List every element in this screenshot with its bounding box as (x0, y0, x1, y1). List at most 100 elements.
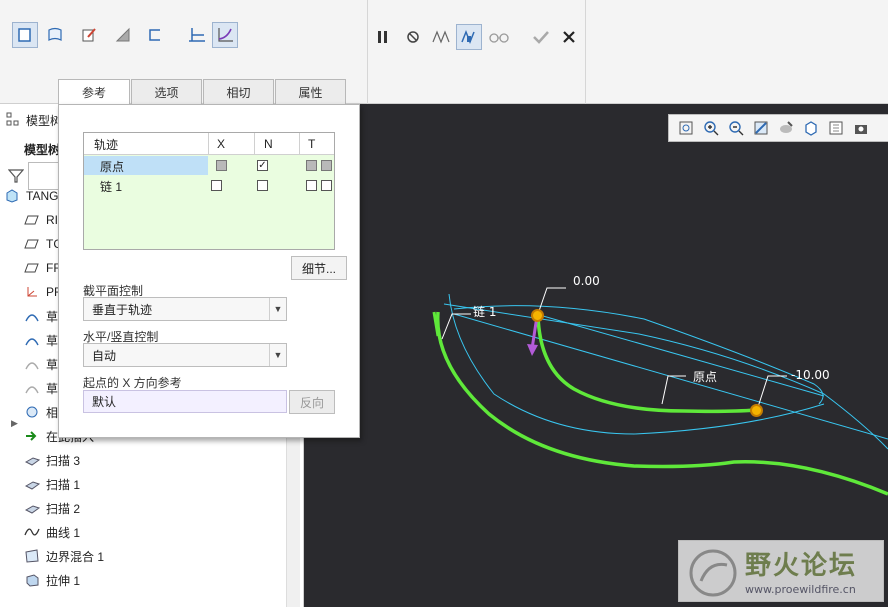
tree-item[interactable]: 草 (24, 376, 58, 400)
part-icon (4, 188, 20, 204)
orient-icon[interactable] (773, 117, 798, 139)
checkbox-n-chain[interactable] (257, 180, 268, 191)
sweep-icon (24, 476, 40, 492)
saved-views-icon[interactable] (798, 117, 823, 139)
graphics-viewport[interactable]: 0.00 链 1 原点 -10.00 (304, 104, 888, 607)
tree-item[interactable]: PF (24, 280, 61, 304)
header-trajectory: 轨迹 (94, 137, 119, 152)
table-row[interactable]: 链 1 (84, 176, 334, 196)
tree-item-label: 曲线 1 (46, 525, 81, 540)
tree-item[interactable]: 扫描 3 (24, 448, 80, 472)
tree-item[interactable]: 边界混合 1 (24, 544, 104, 568)
view-toolbar (668, 114, 888, 142)
tree-item[interactable]: 扫描 2 (24, 496, 80, 520)
x-reference-field[interactable]: 默认 (83, 390, 287, 413)
dimension-zero-label[interactable]: 0.00 (573, 274, 600, 288)
chevron-down-icon: ▼ (269, 298, 286, 320)
tree-item-label: 边界混合 1 (46, 549, 105, 564)
checkbox-x-origin[interactable] (216, 160, 227, 171)
view-manager-icon[interactable] (848, 117, 873, 139)
dimension-neg-label[interactable]: -10.00 (791, 368, 830, 382)
tab-properties[interactable]: 属性 (275, 79, 346, 104)
start-point-marker[interactable] (531, 309, 544, 322)
tree-item[interactable]: 草 (24, 328, 58, 352)
row-name: 链 1 (100, 179, 123, 194)
pause-icon[interactable] (370, 24, 396, 50)
header-x: X (217, 137, 226, 151)
tree-item[interactable]: RI (24, 208, 58, 232)
variable-section-icon[interactable] (212, 22, 238, 48)
zoom-fit-icon[interactable] (673, 117, 698, 139)
table-row[interactable]: 原点 ✓ (84, 156, 334, 176)
chain-label[interactable]: 链 1 (473, 303, 496, 320)
group-icon (24, 404, 40, 420)
tree-item[interactable]: 草 (24, 352, 58, 376)
section-plane-value: 垂直于轨迹 (92, 302, 153, 317)
tree-item[interactable]: 相 (24, 400, 58, 424)
plane-icon (24, 212, 40, 228)
thin-icon[interactable] (42, 22, 68, 48)
edit-sketch-icon[interactable] (76, 22, 102, 48)
chevron-down-icon: ▼ (269, 344, 286, 366)
x-reference-value: 默认 (92, 395, 117, 409)
tree-item-label: 草 (46, 357, 59, 372)
verify-icon[interactable] (456, 24, 482, 50)
tab-tangency[interactable]: 相切 (203, 79, 274, 104)
plane-icon (24, 260, 40, 276)
checkbox-t2-origin[interactable] (321, 160, 332, 171)
remove-material-icon[interactable] (110, 22, 136, 48)
tree-item-label: 扫描 2 (46, 501, 81, 516)
header-t: T (308, 137, 316, 151)
tree-item[interactable]: FF (24, 256, 61, 280)
trajectory-table: 轨迹 X N T 原点 ✓ 链 1 (83, 132, 335, 250)
tree-item-label: TANG (26, 189, 59, 203)
header-n: N (264, 137, 273, 151)
zoom-in-icon[interactable] (698, 117, 723, 139)
checkbox-x-chain[interactable] (211, 180, 222, 191)
glasses-icon[interactable] (486, 24, 512, 50)
sketch-icon (24, 308, 40, 324)
section-plane-select[interactable]: 垂直于轨迹 ▼ (83, 297, 287, 321)
constant-section-icon[interactable] (184, 22, 210, 48)
tree-item[interactable]: 曲线 1 (24, 520, 80, 544)
expand-arrow-icon[interactable]: ▶ (11, 418, 18, 429)
tree-item[interactable]: 草 (24, 304, 58, 328)
watermark-logo: 野火论坛 www.proewildfire.cn (678, 540, 884, 602)
repaint-icon[interactable] (748, 117, 773, 139)
confirm-icon[interactable] (528, 24, 554, 50)
watermark-swirl-icon (689, 549, 737, 597)
tree-item[interactable]: TANG (4, 184, 58, 208)
tree-item-label: 拉伸 1 (46, 573, 81, 588)
no-preview-icon[interactable] (400, 24, 426, 50)
tab-references[interactable]: 参考 (58, 79, 130, 105)
zoom-out-icon[interactable] (723, 117, 748, 139)
open-section-icon[interactable] (142, 22, 168, 48)
surface-icon[interactable] (12, 22, 38, 48)
cancel-icon[interactable] (556, 24, 582, 50)
checkbox-t1-origin[interactable] (306, 160, 317, 171)
tree-item-label: 扫描 1 (46, 477, 81, 492)
tree-item[interactable]: 扫描 1 (24, 472, 80, 496)
preview-geometry-icon[interactable] (428, 24, 454, 50)
tab-options[interactable]: 选项 (131, 79, 202, 104)
display-style-icon[interactable] (823, 117, 848, 139)
checkbox-n-origin[interactable]: ✓ (257, 160, 268, 171)
end-point-marker[interactable] (750, 404, 763, 417)
model-tree-icon[interactable] (6, 112, 20, 126)
sweep-icon (24, 500, 40, 516)
flip-button[interactable]: 反向 (289, 390, 335, 414)
checkbox-t1-chain[interactable] (306, 180, 317, 191)
curve-icon (24, 524, 40, 540)
filter-icon[interactable] (7, 168, 25, 184)
tree-item-label: 草 (46, 309, 59, 324)
sketch-faded-icon (24, 356, 40, 372)
hv-control-select[interactable]: 自动 ▼ (83, 343, 287, 367)
tree-item[interactable]: 拉伸 1 (24, 568, 80, 592)
tree-item[interactable]: TC (24, 232, 62, 256)
tree-item-label: 相 (46, 405, 59, 420)
checkbox-t2-chain[interactable] (321, 180, 332, 191)
origin-label[interactable]: 原点 (693, 368, 717, 385)
plane-icon (24, 236, 40, 252)
hv-control-value: 自动 (92, 348, 117, 363)
details-button[interactable]: 细节... (291, 256, 347, 280)
